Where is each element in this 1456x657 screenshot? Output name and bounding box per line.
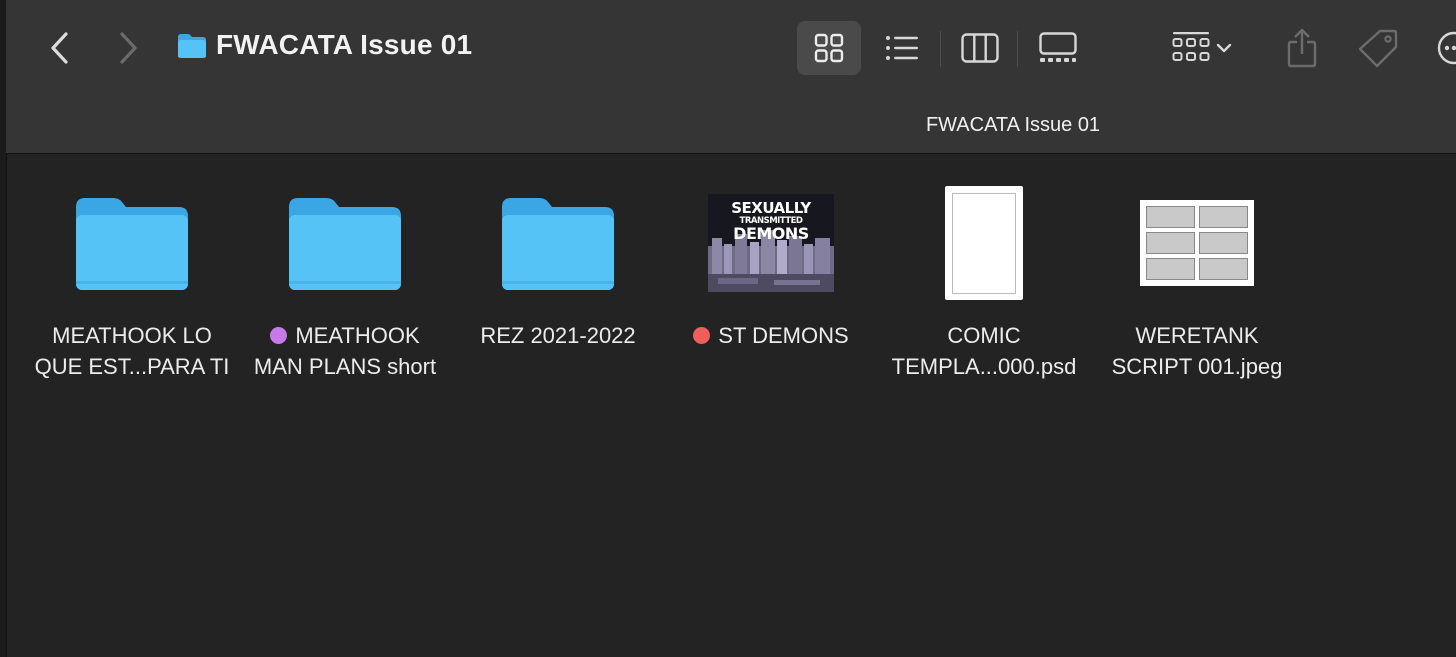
list-view-button[interactable] — [872, 21, 932, 75]
share-button[interactable] — [1278, 23, 1326, 73]
icon-view-button[interactable] — [797, 21, 861, 75]
purple-tag-dot — [270, 327, 288, 344]
folder-icon — [502, 198, 614, 290]
folder-icon — [289, 198, 401, 290]
share-icon — [1287, 28, 1317, 68]
more-icon — [1437, 31, 1456, 65]
tag-icon — [1358, 29, 1398, 68]
forward-button[interactable] — [108, 28, 148, 68]
file-item-label: MEATHOOK LO QUE EST...PARA TI — [34, 323, 230, 379]
grid-icon — [814, 33, 844, 63]
group-by-button[interactable] — [1172, 25, 1252, 71]
image-thumbnail: SEXUALLY TRANSMITTED DEMONS — [708, 194, 834, 292]
image-thumbnail — [1140, 200, 1254, 286]
red-tag-dot — [693, 327, 711, 344]
more-button[interactable] — [1430, 23, 1456, 73]
tag-button[interactable] — [1354, 23, 1402, 73]
window-title: FWACATA Issue 01 — [216, 29, 473, 60]
group-by-icon — [1172, 32, 1210, 61]
list-icon — [886, 36, 918, 60]
gallery-view-button[interactable] — [1026, 21, 1090, 75]
file-item-label: REZ 2021-2022 — [480, 323, 636, 348]
folder-icon — [178, 34, 206, 58]
file-item-label: COMIC TEMPLA...000.psd — [891, 323, 1077, 379]
file-item[interactable]: SEXUALLY TRANSMITTED DEMONS ST DEMONS — [664, 178, 878, 398]
folder-icon — [76, 198, 188, 290]
file-item[interactable]: WERETANK SCRIPT 001.jpeg — [1090, 178, 1304, 398]
columns-icon — [961, 33, 999, 63]
file-item[interactable]: REZ 2021-2022 — [451, 178, 665, 398]
chevron-down-icon — [1216, 43, 1232, 53]
chevron-right-icon — [120, 32, 137, 64]
file-item-label: MEATHOOK MAN PLANS short — [253, 323, 437, 379]
file-item-label: ST DEMONS — [664, 320, 878, 351]
back-button[interactable] — [40, 28, 80, 68]
file-grid: MEATHOOK LO QUE EST...PARA TI MEATHOOK M… — [6, 154, 1456, 657]
file-item-label: WERETANK SCRIPT 001.jpeg — [1111, 323, 1283, 379]
chevron-left-icon — [51, 32, 68, 64]
file-item[interactable]: COMIC TEMPLA...000.psd — [877, 178, 1091, 398]
file-item[interactable]: MEATHOOK LO QUE EST...PARA TI — [25, 178, 239, 398]
toolbar-separator — [1017, 31, 1018, 67]
column-view-button[interactable] — [950, 21, 1010, 75]
gallery-icon — [1039, 32, 1077, 62]
file-item[interactable]: MEATHOOK MAN PLANS short — [238, 178, 452, 398]
document-thumbnail — [945, 186, 1023, 300]
toolbar-separator — [940, 31, 941, 67]
toolbar: FWACATA Issue 01 FWACATA Issue 01 — [6, 0, 1456, 154]
path-title: FWACATA Issue 01 — [925, 114, 1101, 136]
